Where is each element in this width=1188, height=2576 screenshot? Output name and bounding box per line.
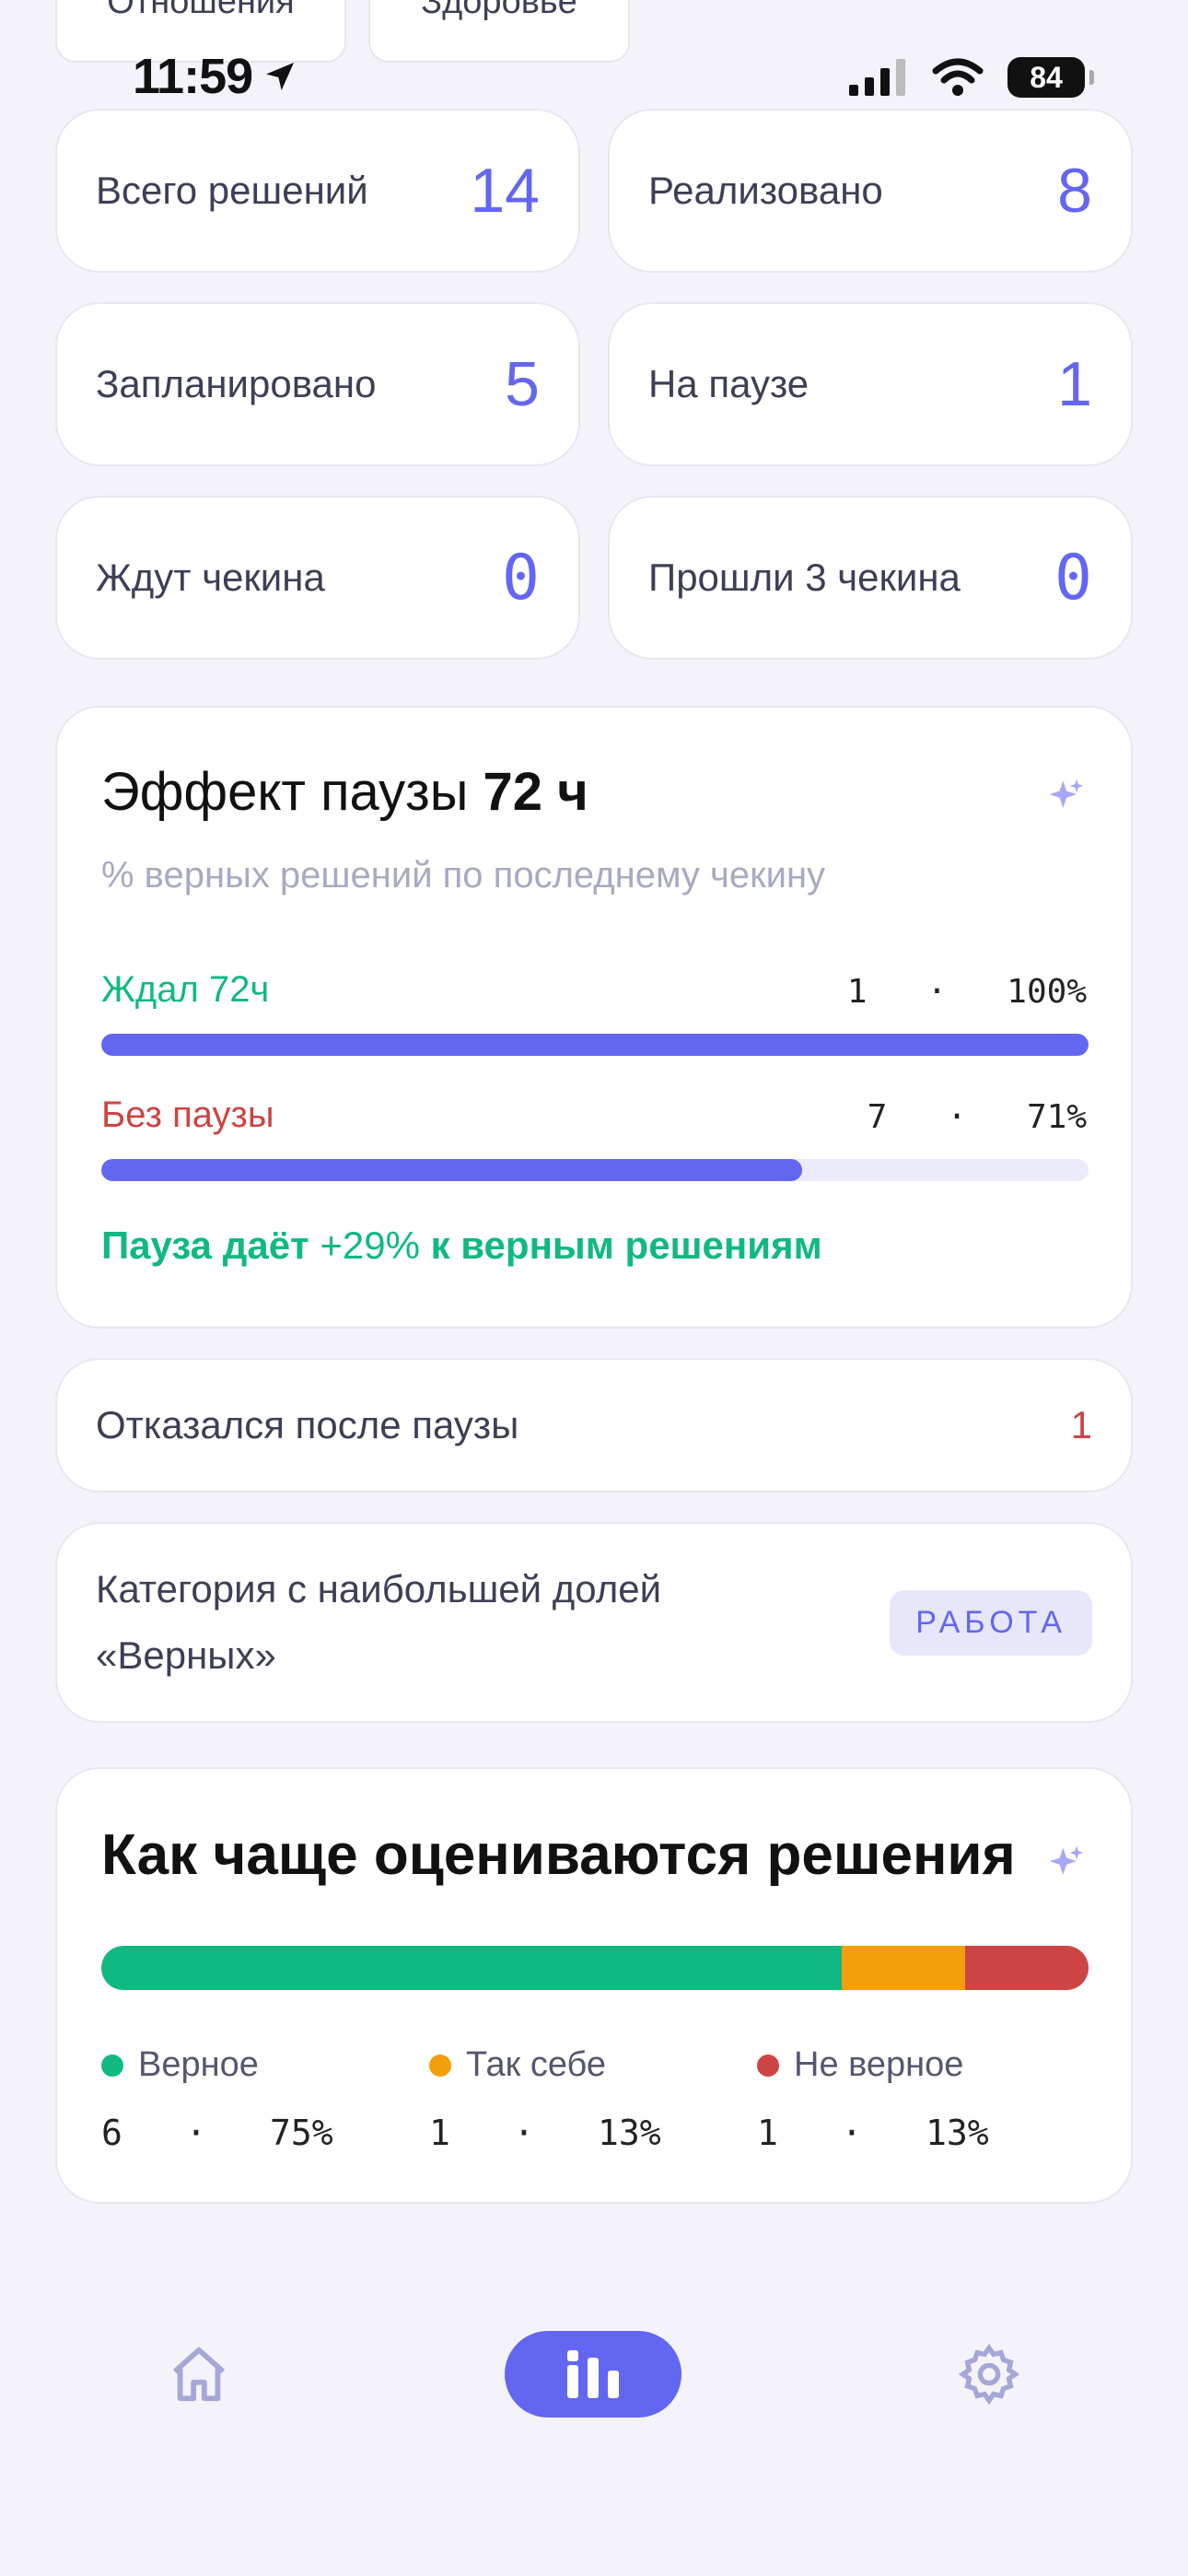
no-pause-label: Без паузы — [101, 1095, 274, 1135]
stat-label: Ждут чекина — [96, 556, 325, 599]
top-category-card: Категория с наибольшей долей «Верных» РА… — [55, 1522, 1133, 1723]
ratings-stacked-bar — [101, 1946, 1089, 1990]
nav-home[interactable] — [153, 2331, 245, 2418]
filter-chip-health[interactable]: Здоровье — [368, 0, 630, 63]
waited-72h-stats: 1 · 100% — [846, 973, 1087, 1011]
pause-effect-subtitle: % верных решений по последнему чекину — [101, 855, 826, 896]
waited-72h-bar — [101, 1034, 1089, 1056]
stat-planned: Запланировано 5 — [55, 302, 580, 466]
settings-icon — [958, 2343, 1020, 2406]
refused-after-pause-value: 1 — [1070, 1403, 1092, 1446]
sparkle-icon — [1049, 779, 1084, 808]
stat-awaiting-checkin: Ждут чекина 0 — [55, 496, 580, 660]
top-category-badge: РАБОТА — [890, 1589, 1092, 1656]
wifi-icon — [932, 58, 984, 96]
stat-total-decisions: Всего решений 14 — [55, 109, 580, 273]
stat-value: 0 — [1054, 541, 1092, 615]
status-time: 11:59 — [133, 48, 298, 105]
stat-value: 8 — [1057, 156, 1092, 226]
stat-label: Реализовано — [648, 169, 883, 212]
legend-item-so-so: Так себе 1 · 13% — [429, 2045, 661, 2153]
top-category-label: Категория с наибольшей долей «Верных» — [96, 1567, 662, 1677]
stat-value: 5 — [505, 349, 540, 419]
legend-item-correct: Верное 6 · 75% — [101, 2045, 333, 2153]
stat-passed-three-checkins: Прошли 3 чекина 0 — [608, 496, 1133, 660]
legend-item-wrong: Не верное 1 · 13% — [757, 2045, 989, 2153]
pause-effect-card: Эффект паузы 72 ч % верных решений по по… — [55, 706, 1133, 1329]
sparkle-icon — [1049, 1845, 1084, 1875]
rating-segment-so-so — [842, 1946, 965, 1990]
home-icon — [172, 2347, 226, 2402]
refused-after-pause-card: Отказался после паузы 1 — [55, 1358, 1133, 1493]
no-pause-bar — [101, 1159, 1089, 1181]
ratings-card: Как чаще оцениваются решения Верное 6 · … — [55, 1767, 1133, 2204]
stat-implemented: Реализовано 8 — [608, 109, 1133, 273]
rating-segment-correct — [101, 1946, 842, 1990]
stat-paused: На паузе 1 — [608, 302, 1133, 466]
legend-dot — [429, 2054, 451, 2077]
cellular-signal-icon — [849, 59, 905, 96]
stat-value: 0 — [502, 541, 540, 615]
pause-effect-title: Эффект паузы 72 ч — [101, 762, 588, 822]
nav-settings[interactable] — [943, 2331, 1035, 2418]
refused-after-pause-label: Отказался после паузы — [96, 1403, 519, 1446]
stat-label: Запланировано — [96, 362, 377, 405]
no-pause-stats: 7 · 71% — [867, 1098, 1087, 1136]
location-arrow-icon — [266, 63, 295, 90]
waited-72h-label: Ждал 72ч — [101, 969, 270, 1010]
legend-dot — [757, 2054, 779, 2077]
legend-dot — [101, 2054, 123, 2077]
stats-icon — [567, 2350, 619, 2398]
no-pause-bar-fill — [101, 1159, 803, 1181]
waited-72h-bar-fill — [101, 1034, 1089, 1056]
stat-label: Всего решений — [96, 169, 368, 212]
nav-stats[interactable] — [505, 2331, 681, 2418]
stat-value: 14 — [470, 156, 540, 226]
ratings-title: Как чаще оцениваются решения — [101, 1823, 1016, 1887]
battery-indicator: 84 — [1007, 57, 1094, 98]
rating-segment-wrong — [965, 1946, 1089, 1990]
stat-value: 1 — [1057, 349, 1092, 419]
stat-label: На паузе — [648, 362, 809, 405]
pause-effect-summary: Пауза даёт +29% к верным решениям — [101, 1224, 822, 1267]
stat-label: Прошли 3 чекина — [648, 556, 961, 599]
status-indicators: 84 — [849, 57, 1094, 98]
